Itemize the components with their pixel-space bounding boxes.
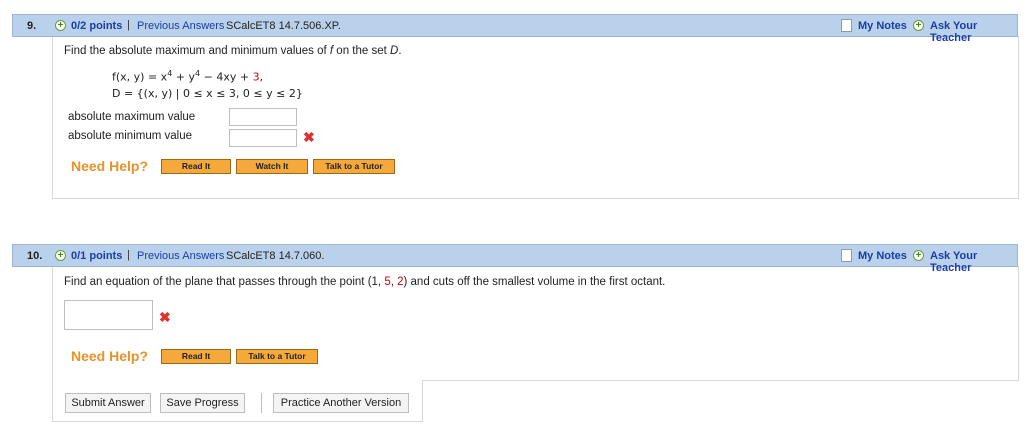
plus-icon[interactable]: +: [55, 20, 66, 31]
prompt-text: Find an equation of the plane that passe…: [64, 276, 385, 288]
button-label: Watch It: [255, 161, 289, 171]
points-link[interactable]: 0/1 points: [71, 250, 122, 262]
question-10-header: 10. + 0/1 points | Previous Answers SCal…: [12, 244, 1018, 274]
previous-answers-link[interactable]: Previous Answers: [137, 20, 224, 32]
submit-answer-button[interactable]: Submit Answer: [65, 393, 151, 413]
func-part: f(x, y) = x: [112, 70, 168, 84]
button-label: Read It: [181, 351, 211, 361]
function-definition: f(x, y) = x4 + y4 − 4xy + 3,: [112, 69, 263, 84]
plus-icon[interactable]: +: [55, 250, 66, 261]
practice-another-version-button[interactable]: Practice Another Version: [273, 393, 409, 413]
func-constant: 3: [252, 70, 260, 84]
previous-answers-link[interactable]: Previous Answers: [137, 250, 224, 262]
ask-teacher-link[interactable]: Ask Your Teacher: [930, 250, 1017, 274]
question-9-header: 9. + 0/2 points | Previous Answers SCalc…: [12, 14, 1018, 44]
func-part: + y: [172, 70, 196, 84]
watch-it-button[interactable]: Watch It: [236, 159, 308, 174]
prompt-text: Find the absolute maximum and minimum va…: [64, 45, 330, 57]
notes-icon[interactable]: [841, 249, 852, 262]
plus-icon[interactable]: +: [913, 250, 924, 261]
plus-icon[interactable]: +: [913, 20, 924, 31]
plane-equation-input[interactable]: [64, 300, 153, 330]
func-part: − 4xy +: [200, 70, 253, 84]
incorrect-x-icon: ✖: [159, 309, 171, 325]
question-9: 9. + 0/2 points | Previous Answers SCalc…: [12, 14, 1019, 199]
talk-to-tutor-button[interactable]: Talk to a Tutor: [313, 159, 395, 174]
incorrect-x-icon: ✖: [303, 129, 315, 145]
button-label: Talk to a Tutor: [325, 161, 383, 171]
separator: |: [127, 19, 130, 31]
question-prompt: Find the absolute maximum and minimum va…: [64, 45, 402, 57]
button-label: Read It: [181, 161, 211, 171]
question-number: 10.: [27, 250, 43, 262]
question-9-body: [52, 36, 1019, 199]
max-value-input[interactable]: [229, 108, 297, 126]
notes-icon[interactable]: [841, 19, 852, 32]
func-part: ,: [259, 70, 264, 84]
need-help-label: Need Help?: [71, 158, 149, 174]
footer-divider: [261, 393, 262, 413]
min-label: absolute minimum value: [68, 130, 193, 142]
set-definition: D = {(x, y) | 0 ≤ x ≤ 3, 0 ≤ y ≤ 2}: [112, 87, 303, 100]
ask-teacher-link[interactable]: Ask Your Teacher: [930, 20, 1017, 44]
read-it-button[interactable]: Read It: [161, 159, 231, 174]
save-progress-button[interactable]: Save Progress: [160, 393, 245, 413]
prompt-text: on the set: [333, 45, 391, 57]
need-help-label: Need Help?: [71, 348, 149, 364]
max-label: absolute maximum value: [68, 111, 196, 123]
button-label: Talk to a Tutor: [248, 351, 306, 361]
question-prompt: Find an equation of the plane that passe…: [64, 276, 665, 288]
prompt-text: ) and cuts off the smallest volume in th…: [403, 276, 666, 288]
question-10: 10. + 0/1 points | Previous Answers SCal…: [12, 244, 1019, 424]
points-link[interactable]: 0/2 points: [71, 20, 122, 32]
question-ref: SCalcET8 14.7.506.XP.: [226, 20, 341, 32]
read-it-button[interactable]: Read It: [161, 349, 231, 364]
my-notes-link[interactable]: My Notes: [858, 20, 907, 32]
my-notes-link[interactable]: My Notes: [858, 250, 907, 262]
question-ref: SCalcET8 14.7.060.: [226, 250, 325, 262]
prompt-text: .: [398, 45, 402, 57]
talk-to-tutor-button[interactable]: Talk to a Tutor: [236, 349, 318, 364]
separator: |: [127, 249, 130, 261]
min-value-input[interactable]: [229, 129, 297, 147]
question-number: 9.: [27, 20, 37, 32]
